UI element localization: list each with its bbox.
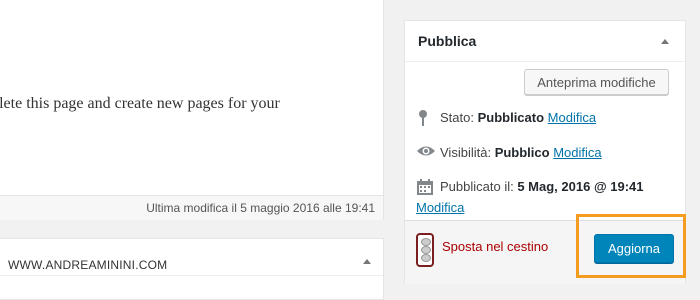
- published-value: 5 Mag, 2016 @ 19:41: [517, 179, 644, 194]
- edit-date-link[interactable]: Modifica: [416, 200, 464, 215]
- publish-box: Pubblica Anteprima modifiche Stato: Pubb…: [404, 20, 686, 284]
- status-label: Stato:: [440, 110, 474, 125]
- meta-box-title: WWW.ANDREAMININI.COM: [8, 258, 168, 272]
- editor-area[interactable]: elete this page and create new pages for…: [0, 0, 384, 220]
- publish-header[interactable]: Pubblica: [405, 21, 685, 62]
- move-to-trash-link[interactable]: Sposta nel cestino: [442, 239, 548, 254]
- editor-status-bar: Ultima modifica il 5 maggio 2016 alle 19…: [0, 195, 383, 220]
- publish-footer: Sposta nel cestino Aggiorna: [405, 220, 685, 284]
- preview-changes-button[interactable]: Anteprima modifiche: [524, 69, 669, 95]
- visibility-value: Pubblico: [494, 145, 550, 160]
- update-button[interactable]: Aggiorna: [594, 234, 674, 263]
- edit-visibility-link[interactable]: Modifica: [553, 145, 601, 160]
- calendar-icon: [416, 178, 434, 199]
- publish-title: Pubblica: [418, 33, 477, 49]
- visibility-label: Visibilità:: [440, 145, 492, 160]
- published-label: Pubblicato il:: [440, 179, 514, 194]
- meta-box-divider: [0, 275, 383, 276]
- triangle-up-icon[interactable]: [363, 259, 371, 264]
- eye-icon: [416, 144, 436, 161]
- meta-box: WWW.ANDREAMININI.COM: [0, 238, 384, 300]
- last-modified-text: Ultima modifica il 5 maggio 2016 alle 19…: [146, 201, 375, 215]
- trash-icon: [416, 233, 434, 267]
- edit-status-link[interactable]: Modifica: [548, 110, 596, 125]
- triangle-up-icon[interactable]: [661, 39, 669, 44]
- pin-icon: [416, 109, 430, 130]
- status-value: Pubblicato: [477, 110, 545, 125]
- editor-body-text[interactable]: elete this page and create new pages for…: [0, 95, 392, 113]
